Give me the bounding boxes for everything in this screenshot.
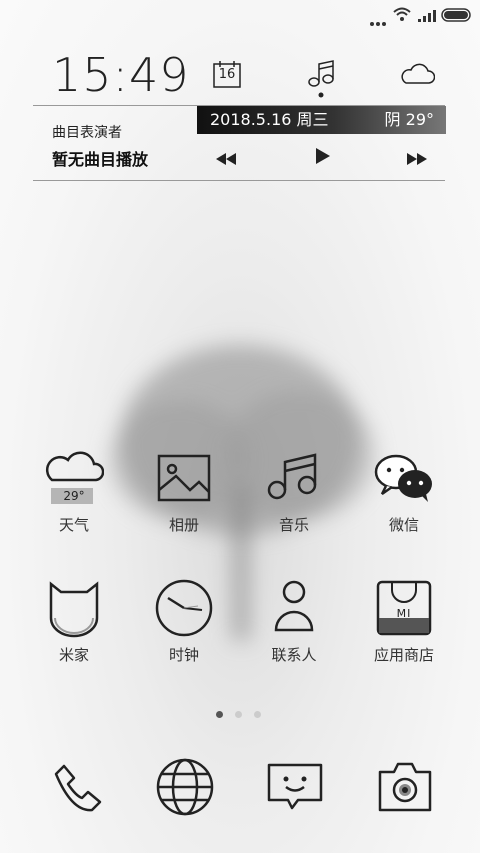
mijia-icon: [49, 581, 99, 638]
widget-bottom-divider: [33, 180, 445, 181]
date-weather-bar[interactable]: 2018.5.16 周三 阴 29°: [197, 106, 446, 134]
page-dot[interactable]: [235, 711, 242, 718]
clock-time[interactable]: 15:49: [52, 48, 190, 102]
contacts-icon: [274, 580, 314, 632]
app-label: 音乐: [278, 516, 309, 534]
more-dots-icon: [370, 12, 386, 31]
play-icon[interactable]: [316, 148, 330, 168]
page-dot[interactable]: [254, 711, 261, 718]
app-label: 应用商店: [373, 646, 434, 664]
app-mijia[interactable]: 米家: [19, 578, 129, 665]
music-artist: 曲目表演者: [52, 125, 122, 141]
wechat-icon: [374, 454, 432, 502]
app-label: 微信: [388, 516, 419, 534]
store-badge: MI: [396, 607, 412, 620]
app-store[interactable]: MI 应用商店: [349, 578, 459, 665]
app-contacts[interactable]: 联系人: [239, 578, 349, 665]
page-dot[interactable]: [216, 711, 223, 718]
calendar-icon[interactable]: 16: [213, 60, 241, 88]
battery-icon: [441, 7, 473, 26]
next-icon[interactable]: [407, 150, 427, 169]
camera-icon[interactable]: [378, 760, 432, 816]
browser-icon[interactable]: [156, 758, 214, 820]
weather-text: 阴 29°: [384, 110, 434, 129]
app-clock[interactable]: 时钟: [129, 578, 239, 665]
app-label: 天气: [58, 516, 89, 534]
app-weather[interactable]: 29° 天气: [19, 448, 129, 535]
music-icon: [267, 453, 317, 500]
music-title: 暂无曲目播放: [52, 150, 149, 169]
calendar-day: 16: [218, 67, 236, 82]
app-music[interactable]: 音乐: [239, 448, 349, 535]
page-indicator[interactable]: [210, 703, 267, 722]
status-bar: [0, 0, 480, 30]
clock-icon: [155, 579, 213, 637]
wifi-icon: [393, 6, 411, 25]
previous-icon[interactable]: [216, 150, 236, 169]
app-wechat[interactable]: 微信: [349, 448, 459, 535]
cloud-icon[interactable]: [399, 62, 436, 90]
app-label: 米家: [58, 646, 89, 664]
music-note-icon[interactable]: [307, 60, 335, 104]
gallery-icon: [157, 454, 211, 502]
weather-badge: 29°: [63, 489, 85, 503]
messages-icon[interactable]: [266, 762, 324, 816]
signal-icon: [418, 7, 436, 26]
app-label: 时钟: [168, 646, 199, 664]
app-label: 联系人: [271, 646, 317, 664]
app-gallery[interactable]: 相册: [129, 448, 239, 535]
phone-icon[interactable]: [48, 762, 102, 820]
app-label: 相册: [168, 516, 199, 534]
date-text: 2018.5.16 周三: [210, 110, 329, 129]
